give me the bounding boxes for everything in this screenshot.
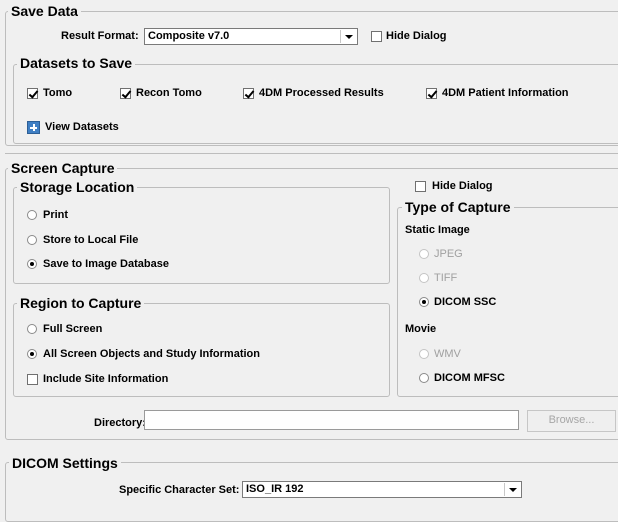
store-local-label: Store to Local File bbox=[43, 234, 139, 246]
recon-tomo-checkbox[interactable] bbox=[120, 88, 131, 99]
type-capture-title: Type of Capture bbox=[402, 199, 514, 215]
tiff-radio[interactable] bbox=[419, 273, 429, 283]
recon-tomo-label: Recon Tomo bbox=[136, 87, 202, 99]
screen-capture-title: Screen Capture bbox=[8, 160, 118, 176]
jpeg-label: JPEG bbox=[434, 248, 463, 260]
result-format-dropdown[interactable]: Composite v7.0 bbox=[144, 28, 358, 45]
dicom-ssc-label: DICOM SSC bbox=[434, 296, 497, 308]
4dm-processed-label: 4DM Processed Results bbox=[259, 87, 384, 99]
save-hide-dialog-checkbox[interactable] bbox=[371, 31, 382, 42]
charset-label: Specific Character Set: bbox=[119, 484, 240, 496]
full-screen-radio[interactable] bbox=[27, 324, 37, 334]
save-image-db-radio[interactable] bbox=[27, 259, 37, 269]
wmv-label: WMV bbox=[434, 348, 461, 360]
region-title: Region to Capture bbox=[17, 295, 145, 311]
chevron-down-icon[interactable] bbox=[504, 483, 520, 496]
section-divider bbox=[5, 153, 618, 154]
browse-button[interactable]: Browse... bbox=[527, 410, 616, 432]
capture-hide-dialog-checkbox[interactable] bbox=[415, 181, 426, 192]
view-datasets-button[interactable]: View Datasets bbox=[45, 121, 119, 134]
tomo-label: Tomo bbox=[43, 87, 73, 99]
store-local-radio[interactable] bbox=[27, 235, 37, 245]
movie-label: Movie bbox=[405, 323, 437, 335]
jpeg-radio[interactable] bbox=[419, 249, 429, 259]
dicom-mfsc-radio[interactable] bbox=[419, 373, 429, 383]
full-screen-label: Full Screen bbox=[43, 323, 103, 335]
view-datasets-icon[interactable] bbox=[27, 121, 40, 134]
include-site-checkbox[interactable] bbox=[27, 374, 38, 385]
dicom-ssc-radio[interactable] bbox=[419, 297, 429, 307]
tomo-checkbox[interactable] bbox=[27, 88, 38, 99]
all-objects-label: All Screen Objects and Study Information bbox=[43, 348, 260, 360]
tiff-label: TIFF bbox=[434, 272, 458, 284]
print-radio[interactable] bbox=[27, 210, 37, 220]
storage-location-title: Storage Location bbox=[17, 179, 138, 195]
dicom-mfsc-label: DICOM MFSC bbox=[434, 372, 505, 384]
directory-label: Directory: bbox=[94, 417, 146, 429]
dicom-title: DICOM Settings bbox=[9, 455, 121, 471]
print-label: Print bbox=[43, 209, 69, 221]
directory-input[interactable] bbox=[144, 410, 519, 430]
save-hide-dialog-label: Hide Dialog bbox=[386, 30, 447, 42]
4dm-processed-checkbox[interactable] bbox=[243, 88, 254, 99]
all-objects-radio[interactable] bbox=[27, 349, 37, 359]
wmv-radio[interactable] bbox=[419, 349, 429, 359]
charset-value: ISO_IR 192 bbox=[246, 483, 304, 495]
chevron-down-icon[interactable] bbox=[340, 30, 356, 43]
datasets-title: Datasets to Save bbox=[17, 55, 136, 71]
charset-dropdown[interactable]: ISO_IR 192 bbox=[242, 481, 522, 498]
static-image-label: Static Image bbox=[405, 224, 470, 236]
4dm-patient-label: 4DM Patient Information bbox=[442, 87, 569, 99]
result-format-value: Composite v7.0 bbox=[148, 30, 230, 42]
include-site-label: Include Site Information bbox=[43, 373, 169, 385]
save-data-title: Save Data bbox=[8, 3, 81, 19]
4dm-patient-checkbox[interactable] bbox=[426, 88, 437, 99]
save-image-db-label: Save to Image Database bbox=[43, 258, 169, 270]
capture-hide-dialog-label: Hide Dialog bbox=[432, 180, 493, 192]
result-format-label: Result Format: bbox=[61, 30, 139, 42]
